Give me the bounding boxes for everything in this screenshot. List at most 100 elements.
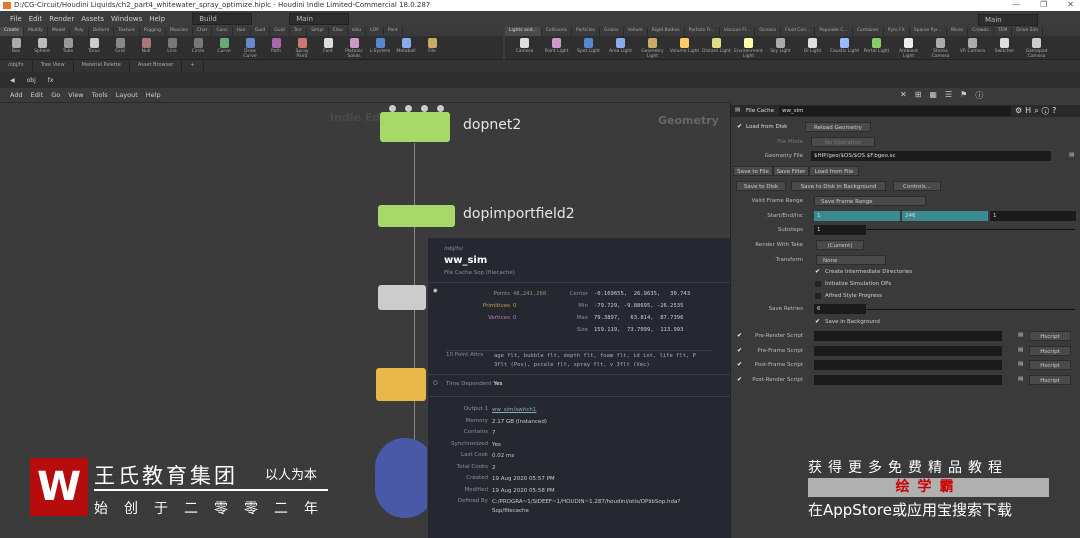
tab-load-from-file[interactable]: Load from File — [809, 166, 859, 176]
desktop-select[interactable]: Build — [192, 13, 253, 25]
controls-button[interactable]: Controls... — [893, 181, 941, 191]
script-field[interactable] — [814, 374, 1002, 385]
shelf-tab[interactable]: Lights and... — [505, 27, 542, 36]
net-menu-go[interactable]: Go — [51, 91, 60, 99]
net-menu-add[interactable]: Add — [10, 91, 23, 99]
shelf-tab[interactable]: TEM — [994, 27, 1013, 36]
desktop-select-right[interactable]: Main — [978, 14, 1038, 26]
shelf-tool-environment-light[interactable]: Environment Light — [733, 38, 764, 59]
path-obj[interactable]: obj — [27, 77, 36, 84]
shelf-tool-null[interactable]: Null — [134, 38, 158, 59]
shelf-tab[interactable]: Rigid Bodies — [648, 27, 685, 36]
shelf-tab[interactable]: Create — [0, 27, 24, 36]
script-language-select[interactable]: Hscript — [1029, 374, 1071, 385]
shelf-tab[interactable]: Clou — [329, 27, 348, 36]
shelf-tab[interactable]: Deform — [89, 27, 115, 36]
reload-geometry-button[interactable]: Reload Geometry — [805, 122, 871, 132]
shelf-tab[interactable]: Rigging — [140, 27, 166, 36]
shelf-tool-circle[interactable]: Circle — [186, 38, 210, 59]
shelf-tab[interactable]: Vellum — [624, 27, 648, 36]
close-button[interactable]: ✕ — [1067, 0, 1074, 9]
shelf-tool-font[interactable]: Font — [316, 38, 340, 59]
node-flag-dot[interactable] — [405, 105, 412, 112]
script-field[interactable] — [814, 331, 1002, 341]
shelf-tab[interactable]: Fluid Con... — [781, 27, 816, 36]
node-flag-dot[interactable] — [421, 105, 428, 112]
save-to-disk-button[interactable]: Save to Disk — [736, 181, 786, 191]
shelf-tab[interactable]: Simpl — [307, 27, 329, 36]
net-menu-edit[interactable]: Edit — [31, 91, 44, 99]
shelf-tool-geometry-light[interactable]: Geometry Light — [637, 38, 668, 59]
menu-file[interactable]: File — [10, 15, 22, 23]
net-menu-layout[interactable]: Layout — [116, 91, 138, 99]
script-language-select[interactable]: Hscript — [1029, 360, 1071, 370]
load-from-disk-checkbox[interactable]: ✔ — [737, 124, 743, 130]
menu-windows[interactable]: Windows — [111, 15, 142, 23]
net-menu-view[interactable]: View — [68, 91, 83, 99]
shelf-tool-camera[interactable]: Camera — [509, 38, 540, 59]
menu-assets[interactable]: Assets — [81, 15, 104, 23]
alfred-checkbox[interactable] — [815, 293, 821, 299]
shelf-tool-spot-light[interactable]: Spot Light — [573, 38, 604, 59]
shelf-tab[interactable]: Crowds — [968, 27, 994, 36]
shelf-tab[interactable]: Modify — [24, 27, 48, 36]
shelf-tab[interactable]: Drive Sim — [1012, 27, 1044, 36]
node-flag-dot[interactable] — [389, 105, 396, 112]
shelf-tool-distant-light[interactable]: Distant Light — [701, 38, 732, 59]
shelf-tool-sky-light[interactable]: Sky Light — [765, 38, 796, 59]
shelf-tool-portal-light[interactable]: Portal Light — [861, 38, 892, 59]
shelf-tab[interactable]: Muscles — [166, 27, 193, 36]
tab-save-to-file[interactable]: Save to File — [733, 166, 773, 176]
shelf-tool-l-system[interactable]: L-System — [368, 38, 392, 59]
script-language-select[interactable]: Hscript — [1029, 345, 1071, 356]
substeps-field[interactable]: 1 — [814, 225, 866, 235]
shelf-tool-stereo-camera[interactable]: Stereo Camera — [925, 38, 956, 59]
tab-asset-browser[interactable]: Asset Browser — [130, 60, 183, 72]
minimize-button[interactable]: — — [1012, 0, 1020, 9]
shelf-tool-vr-camera[interactable]: VR Camera — [957, 38, 988, 59]
menu-render[interactable]: Render — [49, 15, 74, 23]
node-wrangle[interactable] — [378, 285, 426, 310]
create-dirs-checkbox[interactable]: ✔ — [815, 269, 821, 275]
start-frame-field[interactable]: 1 — [814, 211, 900, 221]
shelf-tab[interactable]: Particle Fl... — [685, 27, 720, 36]
shelf-tool-caustic-light[interactable]: Caustic Light — [829, 38, 860, 59]
shelf-tool-metaball[interactable]: Metaball — [394, 38, 418, 59]
shelf-tool-sphere[interactable]: Sphere — [30, 38, 54, 59]
shelf-tab[interactable]: Guid — [251, 27, 271, 36]
net-menu-help[interactable]: Help — [146, 91, 161, 99]
script-browse-icon[interactable]: ▤ — [1018, 347, 1023, 353]
desktop-select-2[interactable]: Main — [289, 13, 350, 25]
valid-frame-range-select[interactable]: Save Frame Range — [814, 196, 926, 206]
file-mode-select[interactable]: No Operation — [811, 137, 875, 147]
shelf-tool-gamepad-camera[interactable]: Gamepad Camera — [1021, 38, 1052, 59]
shelf-tab[interactable]: Wires — [947, 27, 969, 36]
menu-help[interactable]: Help — [149, 15, 165, 23]
shelf-tool-point-light[interactable]: Point Light — [541, 38, 572, 59]
shelf-tool-draw-curve[interactable]: Draw Curve — [238, 38, 262, 59]
init-sim-checkbox[interactable] — [815, 281, 821, 287]
shelf-tab[interactable]: Guid — [270, 27, 290, 36]
param-header-icons[interactable]: ⚙H⌕ⓘ? — [1015, 106, 1059, 116]
shelf-tab[interactable]: Hair — [233, 27, 251, 36]
wrench-icon[interactable]: ✕ — [900, 90, 907, 101]
back-icon[interactable]: ◀ — [10, 77, 15, 84]
tab-tree-view[interactable]: Tree View — [33, 60, 74, 72]
inc-field[interactable]: 1 — [990, 211, 1076, 221]
file-browse-icon[interactable]: ▤ — [1069, 152, 1074, 158]
save-retries-field[interactable]: 6 — [814, 304, 866, 314]
shelf-tool-ambient-light[interactable]: Ambient Light — [893, 38, 924, 59]
save-retries-slider[interactable] — [867, 309, 1075, 310]
tab-save-filter[interactable]: Save Filter — [773, 166, 809, 176]
node-output[interactable] — [375, 438, 435, 518]
shelf-tool-switcher[interactable]: Switcher — [989, 38, 1020, 59]
node-filecache-ww-sim[interactable] — [376, 368, 426, 401]
shelf-tab[interactable]: Pant — [384, 27, 403, 36]
info-icon[interactable]: ⓘ — [975, 90, 983, 101]
script-browse-icon[interactable]: ▤ — [1018, 376, 1023, 382]
tab-network[interactable]: /obj/fx — [0, 60, 33, 72]
substeps-slider[interactable] — [867, 229, 1075, 230]
shelf-tool-torus[interactable]: Torus — [82, 38, 106, 59]
path-fx[interactable]: fx — [48, 77, 54, 84]
shelf-tab[interactable]: Terr — [290, 27, 308, 36]
